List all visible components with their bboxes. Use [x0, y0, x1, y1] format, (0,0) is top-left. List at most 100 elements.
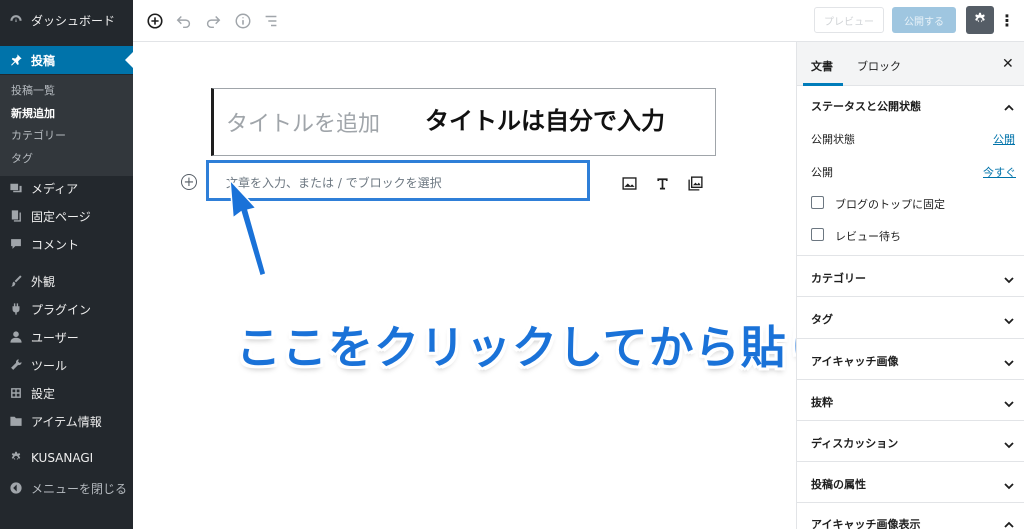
visibility-label: 公開状態	[811, 133, 855, 146]
dashboard-icon	[9, 13, 23, 27]
sidebar-collapse-menu[interactable]: メニューを閉じる	[0, 474, 133, 502]
sidebar-item-media[interactable]: メディア	[0, 174, 133, 202]
divider	[797, 296, 1024, 297]
preview-button[interactable]: プレビュー	[814, 7, 884, 33]
sidebar-item-label: ユーザー	[31, 330, 79, 345]
gear-icon	[975, 12, 985, 23]
undo-icon	[176, 15, 191, 29]
pending-review-checkbox[interactable]	[811, 228, 824, 241]
sidebar-item-plugins[interactable]: プラグイン	[0, 295, 133, 323]
text-icon	[656, 177, 668, 189]
divider	[797, 338, 1024, 339]
divider	[797, 461, 1024, 462]
submenu-all-posts[interactable]: 投稿一覧	[11, 82, 55, 98]
undo-button[interactable]	[174, 11, 194, 31]
sidebar-item-item-info[interactable]: アイテム情報	[0, 407, 133, 435]
title-annotation: タイトルは自分で入力	[425, 107, 665, 135]
chevron-down-icon[interactable]	[1003, 271, 1015, 284]
sidebar-item-appearance[interactable]: 外観	[0, 267, 133, 295]
pages-icon	[9, 209, 23, 223]
submenu-tags[interactable]: タグ	[11, 150, 33, 166]
chevron-down-icon[interactable]	[1003, 395, 1015, 408]
image-block-button[interactable]	[620, 174, 638, 192]
chevron-up-icon[interactable]	[1003, 99, 1015, 111]
chevron-down-icon[interactable]	[1003, 477, 1015, 490]
sidebar-item-label: プラグイン	[31, 302, 92, 317]
sidebar-item-label: 外観	[31, 274, 56, 289]
block-navigation-button[interactable]	[261, 11, 281, 31]
sidebar-item-label: 固定ページ	[31, 209, 91, 224]
redo-icon	[206, 15, 221, 29]
chevron-down-icon[interactable]	[1003, 312, 1015, 325]
content-info-button[interactable]	[233, 11, 253, 31]
folder-icon	[9, 414, 23, 428]
sidebar-item-label: ダッシュボード	[31, 13, 116, 28]
submenu-categories[interactable]: カテゴリー	[11, 127, 66, 143]
sidebar-item-label: 投稿	[31, 53, 56, 68]
media-icon	[9, 181, 23, 195]
divider	[797, 379, 1024, 380]
pin-icon	[9, 53, 23, 67]
status-section-heading[interactable]: ステータスと公開状態	[811, 98, 921, 114]
section-categories[interactable]: カテゴリー	[811, 270, 866, 286]
submenu-add-new[interactable]: 新規追加	[11, 105, 55, 121]
tab-document[interactable]: 文書	[811, 58, 833, 74]
wrench-icon	[9, 358, 23, 372]
section-excerpt[interactable]: 抜粋	[811, 394, 833, 410]
sidebar-item-settings[interactable]: 設定	[0, 379, 133, 407]
active-tab-indicator	[803, 83, 843, 86]
sidebar-item-pages[interactable]: 固定ページ	[0, 202, 133, 230]
info-icon	[235, 13, 251, 29]
gear-icon	[9, 451, 23, 465]
brush-icon	[9, 274, 23, 288]
section-post-attributes[interactable]: 投稿の属性	[811, 476, 866, 492]
section-discussion[interactable]: ディスカッション	[811, 435, 898, 451]
comment-icon	[9, 237, 23, 251]
sidebar-item-users[interactable]: ユーザー	[0, 323, 133, 351]
section-featured-image[interactable]: アイキャッチ画像	[811, 353, 898, 369]
publish-button[interactable]: 公開する	[892, 7, 956, 33]
sidebar-item-comments[interactable]: コメント	[0, 230, 133, 258]
publish-label: 公開	[811, 166, 833, 179]
plugin-icon	[9, 302, 23, 316]
user-icon	[9, 330, 23, 344]
list-icon	[265, 15, 277, 27]
sidebar-item-label: 設定	[31, 386, 56, 401]
divider	[797, 420, 1024, 421]
sidebar-item-tools[interactable]: ツール	[0, 351, 133, 379]
publish-time-link[interactable]: 今すぐ	[983, 164, 1016, 180]
heading-block-button[interactable]	[653, 174, 671, 192]
sidebar-item-label: ツール	[31, 358, 68, 373]
sidebar-item-posts[interactable]: 投稿	[0, 46, 133, 74]
sidebar-item-kusanagi[interactable]: KUSANAGI	[0, 444, 133, 472]
redo-button[interactable]	[203, 11, 223, 31]
chevron-down-icon[interactable]	[1003, 436, 1015, 449]
visibility-link[interactable]: 公開	[993, 131, 1015, 147]
posts-submenu: 投稿一覧 新規追加 カテゴリー タグ	[0, 75, 133, 176]
section-tags[interactable]: タグ	[811, 311, 833, 327]
chevron-up-icon[interactable]	[1003, 516, 1015, 528]
add-block-toolbar-button[interactable]	[145, 11, 165, 31]
gallery-block-button[interactable]	[686, 174, 704, 192]
add-block-inline-button[interactable]: +	[181, 174, 197, 190]
editor-toolbar: プレビュー 公開する ⋮	[133, 0, 1024, 42]
close-icon[interactable]: ✕	[1002, 56, 1014, 72]
title-placeholder: タイトルを追加	[226, 112, 381, 137]
sticky-checkbox[interactable]	[811, 196, 824, 209]
sidebar-item-label: KUSANAGI	[31, 451, 94, 465]
sidebar-item-label: メニューを閉じる	[31, 481, 128, 496]
collapse-icon	[9, 481, 23, 495]
gallery-icon	[687, 175, 703, 191]
sidebar-item-label: コメント	[31, 237, 80, 252]
settings-toggle-button[interactable]	[966, 6, 994, 34]
sticky-checkbox-label: ブログのトップに固定	[835, 198, 945, 211]
more-menu-button[interactable]: ⋮	[999, 10, 1015, 30]
chevron-down-icon[interactable]	[1003, 354, 1015, 367]
sidebar-item-dashboard[interactable]: ダッシュボード	[0, 6, 133, 34]
arrow-pointer-icon	[229, 178, 267, 277]
divider	[797, 502, 1024, 503]
tab-block[interactable]: ブロック	[857, 58, 901, 74]
plus-circle-icon	[147, 13, 163, 29]
sidebar-item-label: アイテム情報	[31, 414, 102, 429]
section-featured-image-display[interactable]: アイキャッチ画像表示	[811, 516, 920, 529]
